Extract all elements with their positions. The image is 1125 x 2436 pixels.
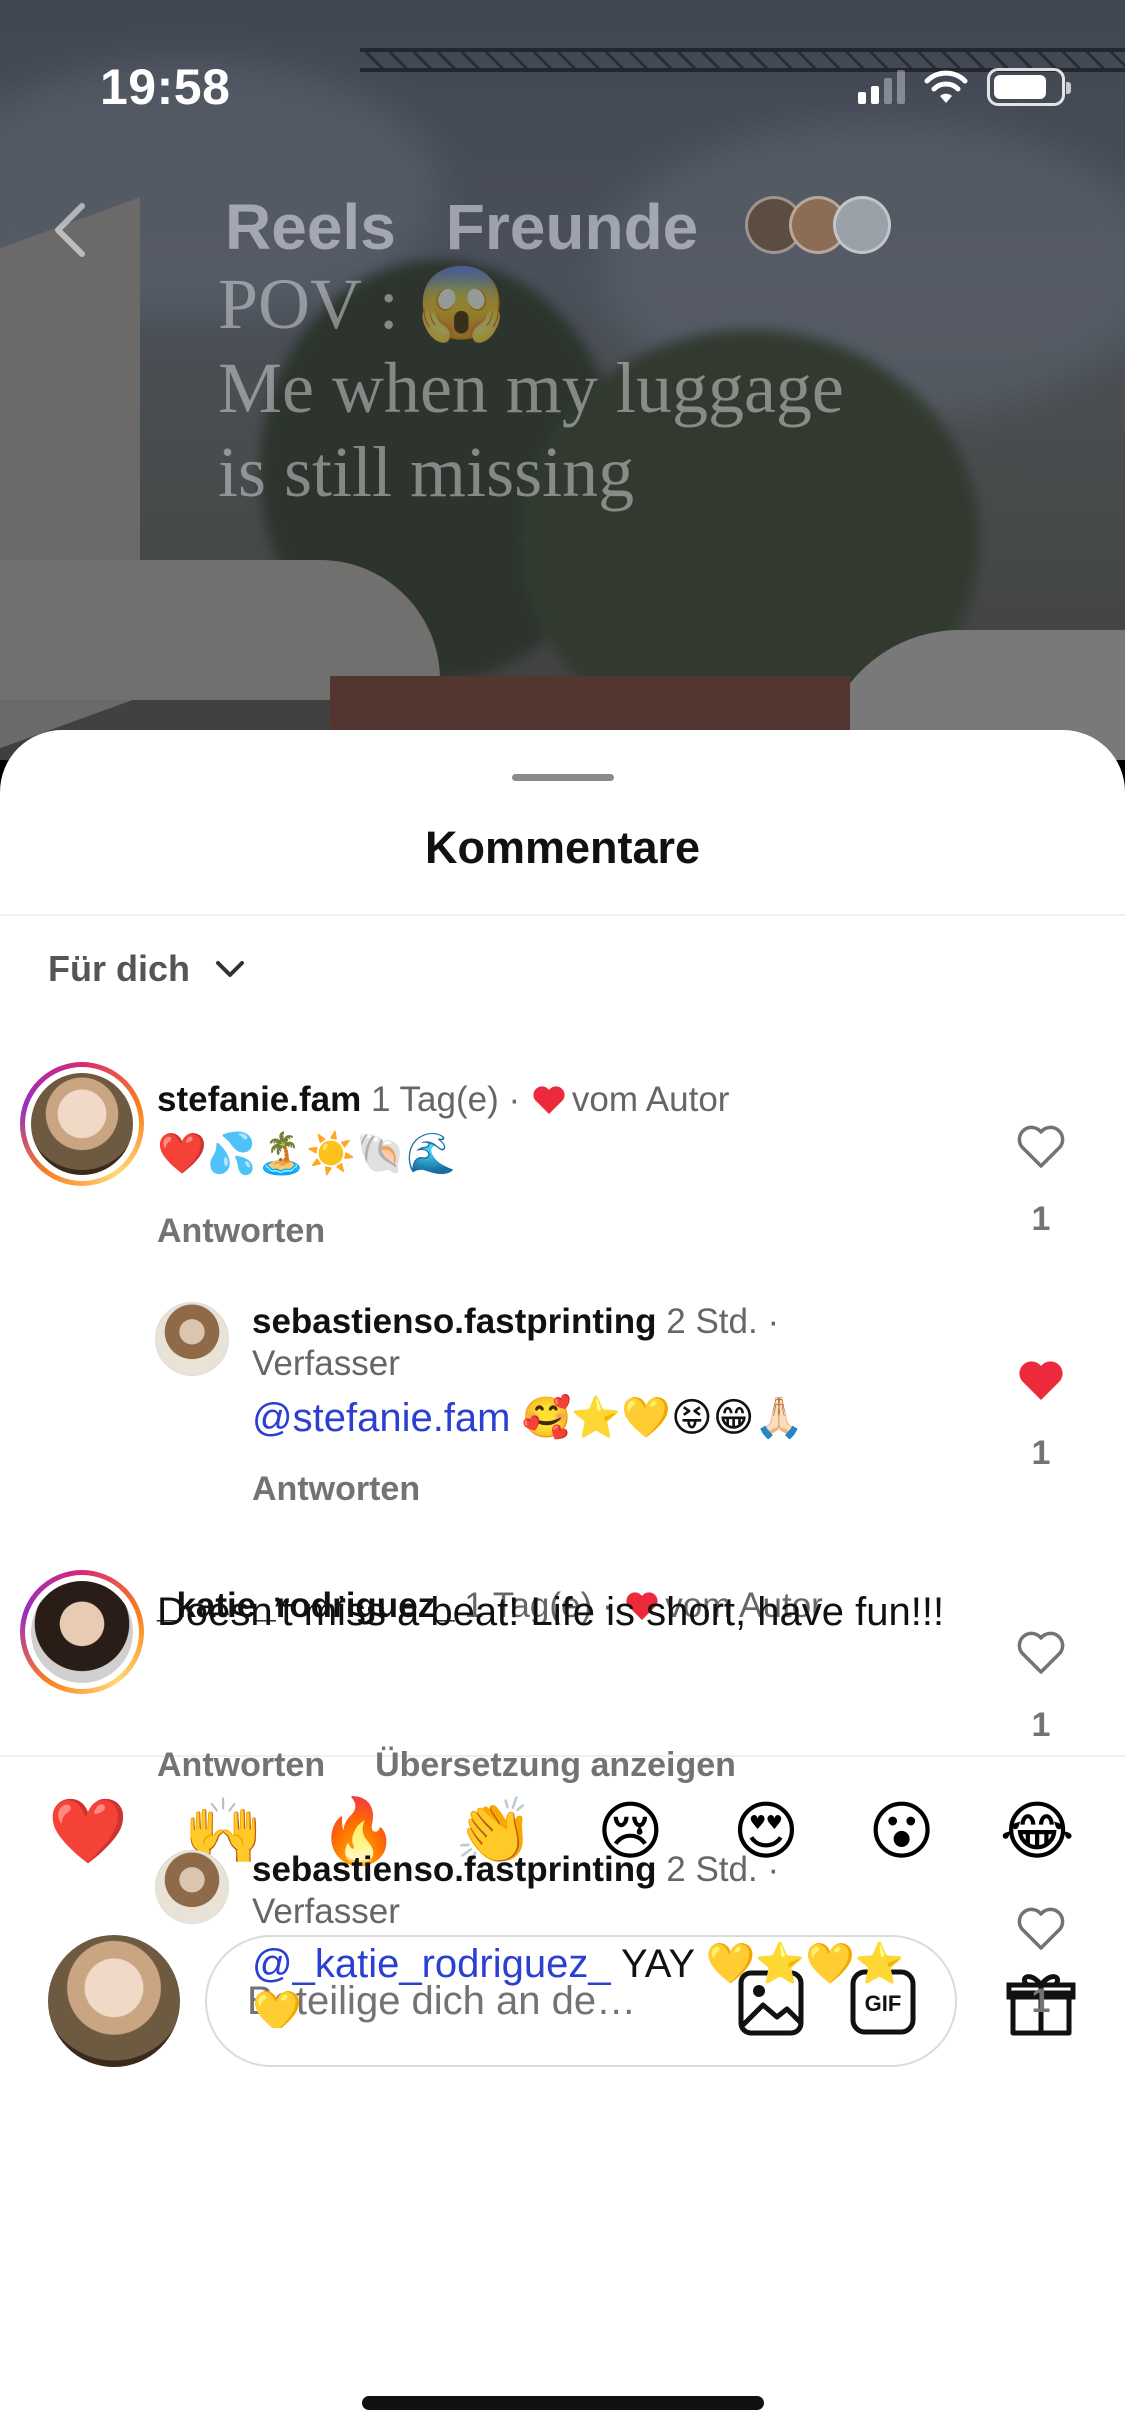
reply-comment: sebastienso.fastprinting 2 Std. · Verfas…: [0, 1840, 1125, 2028]
mention-link[interactable]: @stefanie.fam: [252, 1396, 511, 1440]
sheet-grabber[interactable]: [512, 774, 614, 781]
author-role: Verfasser: [252, 1892, 400, 1931]
comment-text: ❤️💦🏝️☀️🐚🌊: [157, 1132, 456, 1176]
reply-button[interactable]: Antworten: [157, 1746, 325, 1785]
wifi-icon: [924, 70, 968, 103]
comment-username[interactable]: sebastienso.fastprinting: [252, 1302, 657, 1341]
overlay-line: is still missing: [218, 432, 635, 512]
like-count: 1: [1031, 1200, 1051, 1238]
comment-time: 2 Std. ·: [666, 1850, 780, 1889]
reel-tabs: Reels Freunde: [225, 190, 698, 264]
status-bar: 19:58: [0, 0, 1125, 150]
like-heart-icon[interactable]: [1016, 1906, 1066, 1952]
comment-text: Doesn’t miss a beat! Life is short, have…: [157, 1590, 945, 1634]
avatar[interactable]: [20, 1570, 144, 1694]
translate-button[interactable]: Übersetzung anzeigen: [375, 1746, 736, 1785]
overlay-line: Me when my luggage: [218, 348, 844, 428]
comments-list: stefanie.fam 1 Tag(e) · vom Autor ❤️💦🏝️☀…: [0, 1030, 1125, 1758]
like-count: 1: [1031, 1706, 1051, 1744]
comment-text: @_katie_rodriguez_ YAY 💛⭐💛⭐💛: [252, 1940, 932, 2028]
chevron-down-icon: [216, 961, 244, 977]
home-indicator: [362, 2396, 764, 2410]
liked-heart-icon[interactable]: [1016, 1358, 1066, 1404]
tab-friends[interactable]: Freunde: [446, 190, 698, 264]
author-badge: vom Autor: [571, 1080, 730, 1119]
avatar[interactable]: [155, 1302, 229, 1376]
reply-button[interactable]: Antworten: [252, 1470, 420, 1509]
comment-actions: Antworten Übersetzung anzeigen: [157, 1746, 736, 1785]
reply-button[interactable]: Antworten: [157, 1212, 325, 1251]
status-time: 19:58: [100, 59, 231, 115]
like-heart-icon[interactable]: [1016, 1124, 1066, 1170]
comment-actions: Antworten: [157, 1212, 325, 1251]
comment-header: sebastienso.fastprinting 2 Std. ·: [252, 1850, 779, 1890]
cellular-signal-icon: [858, 70, 905, 104]
like-count: 1: [1031, 1434, 1051, 1472]
filter-label: Für dich: [48, 948, 190, 989]
tab-reels[interactable]: Reels: [225, 190, 396, 264]
sheet-title: Kommentare: [424, 822, 701, 873]
comment-time: 1 Tag(e) ·: [370, 1080, 521, 1119]
friend-avatar: [833, 196, 891, 254]
comment-body: 🥰⭐💛😝😁🙏🏻: [510, 1396, 805, 1440]
mention-link[interactable]: @_katie_rodriguez_: [252, 1942, 611, 1986]
battery-icon: [987, 68, 1071, 106]
comment-header: stefanie.fam 1 Tag(e) · vom Autor: [157, 1080, 729, 1120]
comments-sheet: Kommentare Für dich stefanie.fam 1 Tag(e…: [0, 730, 1125, 2436]
like-heart-icon[interactable]: [1016, 1630, 1066, 1676]
back-icon[interactable]: [50, 200, 90, 260]
friend-avatars: [745, 196, 891, 254]
comment-time: 2 Std. ·: [666, 1302, 780, 1341]
comment-username[interactable]: stefanie.fam: [157, 1080, 361, 1119]
avatar[interactable]: [20, 1062, 144, 1186]
comment-text: @stefanie.fam 🥰⭐💛😝😁🙏🏻: [252, 1394, 804, 1442]
overlay-line: POV : 😱: [218, 264, 507, 344]
comment-actions: Antworten: [252, 1470, 420, 1509]
author-role: Verfasser: [252, 1344, 400, 1383]
comment-header: sebastienso.fastprinting 2 Std. ·: [252, 1302, 779, 1342]
divider: [0, 914, 1125, 916]
comment-username[interactable]: sebastienso.fastprinting: [252, 1850, 657, 1889]
like-count: 1: [1031, 1982, 1051, 2020]
author-heart-icon: [533, 1086, 565, 1114]
comment-filter-dropdown[interactable]: Für dich: [48, 948, 248, 990]
avatar[interactable]: [155, 1850, 229, 1924]
reel-overlay-text: POV : 😱 Me when my luggage is still miss…: [218, 262, 844, 514]
